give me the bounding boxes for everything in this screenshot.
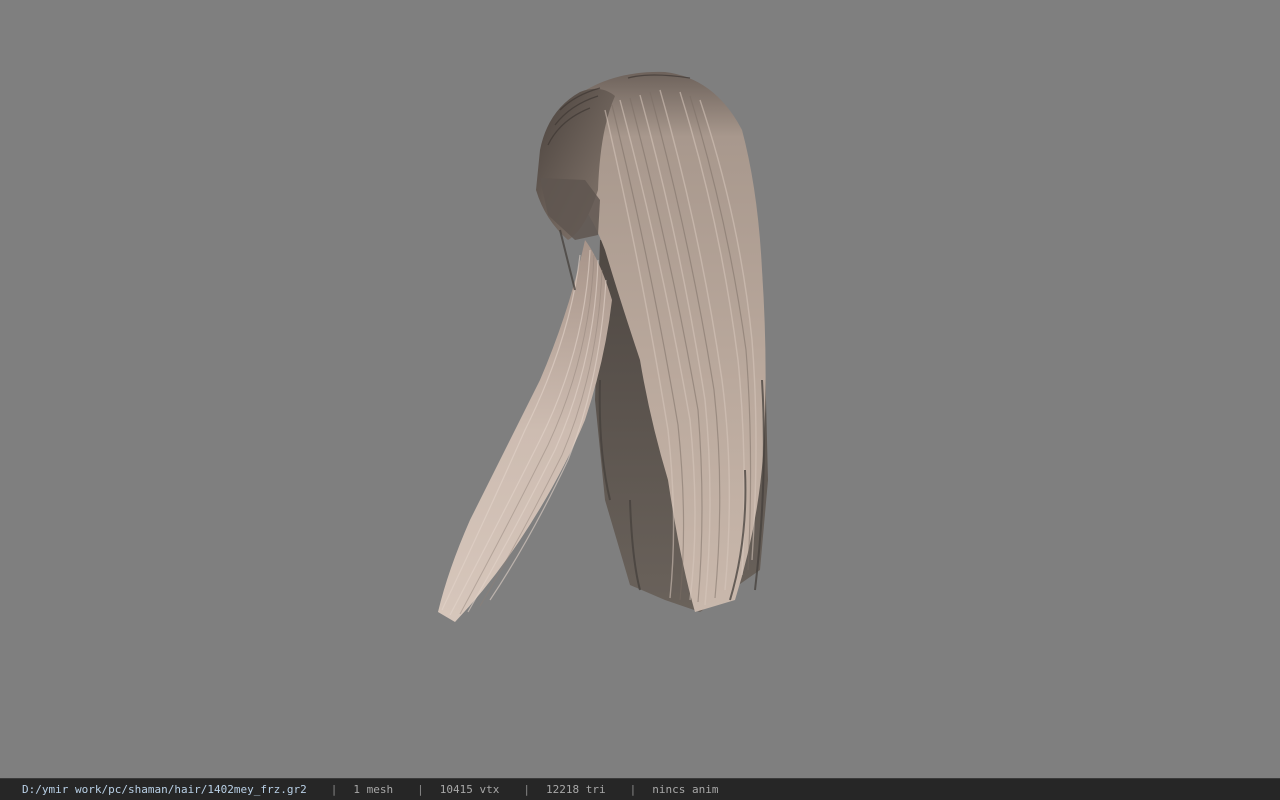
status-bar: D:/ymir work/pc/shaman/hair/1402mey_frz.… [0,778,1280,800]
animation-status-label: nincs anim [652,783,719,796]
mesh-count-label: 1 mesh [353,783,394,796]
triangle-count-label: 12218 tri [546,783,606,796]
3d-viewport[interactable] [0,0,1280,778]
status-separator: | [417,783,424,796]
status-separator: | [523,783,531,796]
vertex-count-label: 10415 vtx [439,783,500,796]
status-separator: | [330,783,338,796]
status-separator: | [629,783,637,796]
hair-model-render [438,71,768,622]
file-path-label: D:/ymir work/pc/shaman/hair/1402mey_frz.… [22,783,307,796]
